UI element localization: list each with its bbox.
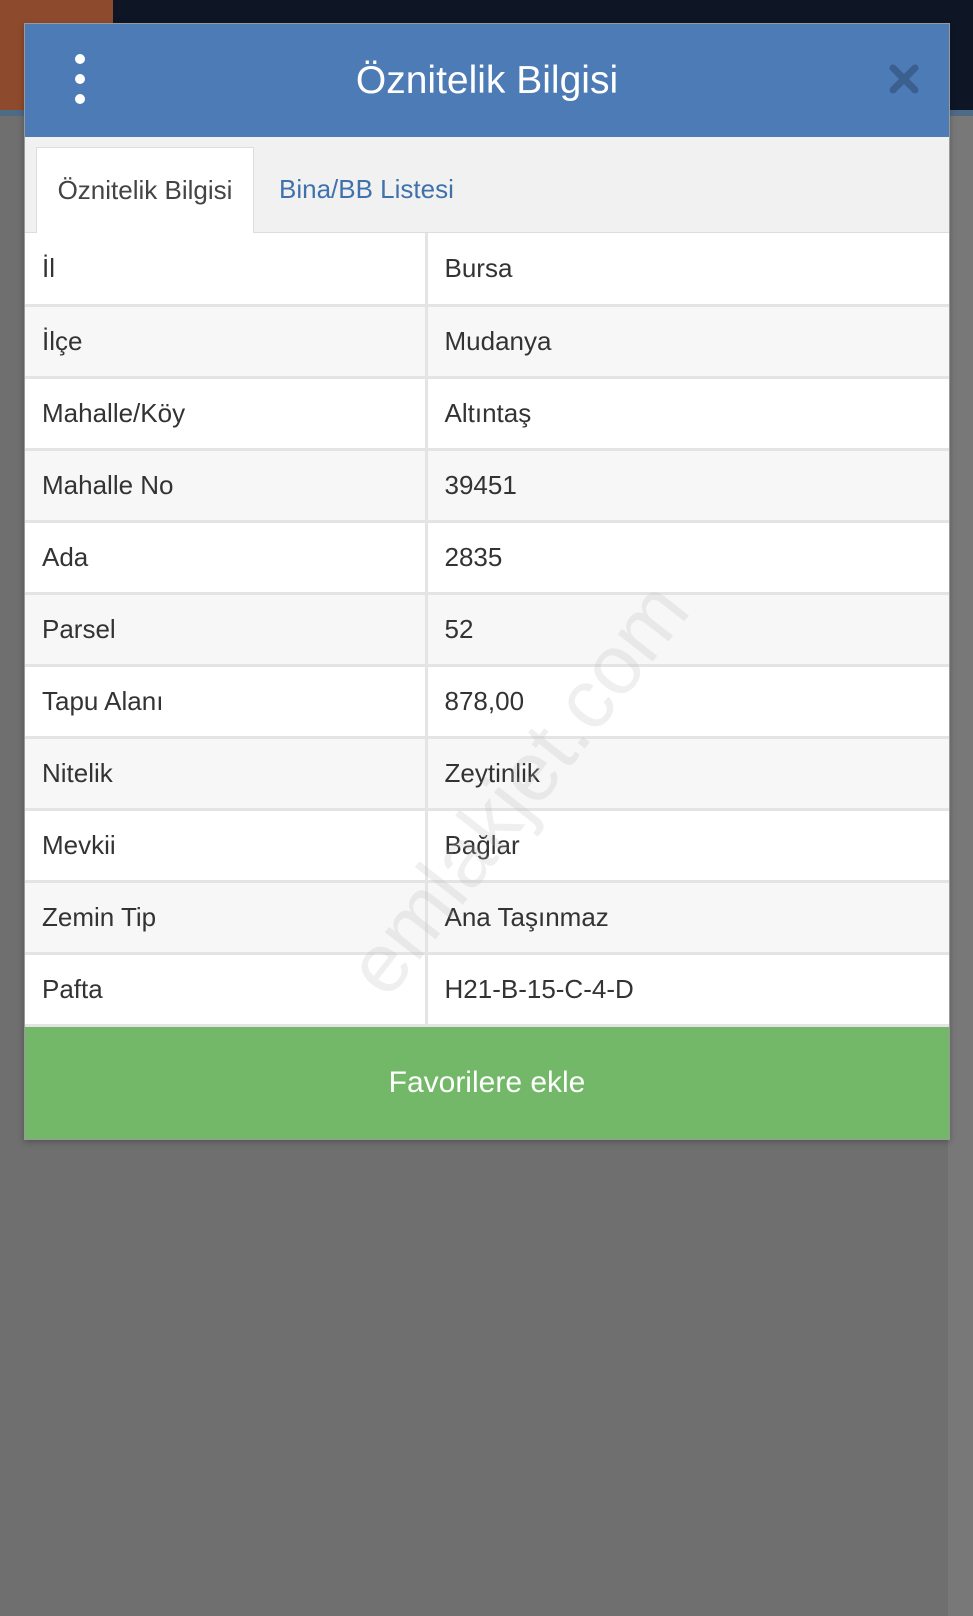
modal-title: Öznitelik Bilgisi [355,59,619,102]
attribute-value: 39451 [424,447,949,523]
attribute-value: Bursa [424,233,949,307]
attribute-key: İl [25,233,428,307]
attribute-table: İl Bursa İlçe Mudanya Mahalle/Köy Altıntaş Mah… [25,233,949,1027]
attribute-value: H21-B-15-C-4-D [424,951,949,1027]
table-row: Ada 2835 [25,519,949,595]
attribute-key: Parsel [25,591,428,667]
attribute-key: Mevkii [25,807,428,883]
attribute-info-modal: Öznitelik Bilgisi Öznitelik Bilgisi Bina… [24,23,950,1140]
tab-building-list[interactable]: Bina/BB Listesi [259,147,474,232]
close-icon[interactable] [887,62,921,96]
attribute-key: Tapu Alanı [25,663,428,739]
attribute-key: Mahalle No [25,447,428,523]
table-row: Tapu Alanı 878,00 [25,663,949,739]
attribute-key: Mahalle/Köy [25,375,428,451]
attribute-key: Nitelik [25,735,428,811]
table-row: Nitelik Zeytinlik [25,735,949,811]
attribute-key: Zemin Tip [25,879,428,955]
attribute-value: 878,00 [424,663,949,739]
background-app-scroll-area [948,116,973,1616]
attribute-value: 2835 [424,519,949,595]
table-row: İlçe Mudanya [25,303,949,379]
tab-attribute-info[interactable]: Öznitelik Bilgisi [36,147,254,233]
attribute-value: Mudanya [424,303,949,379]
attribute-key: Pafta [25,951,428,1027]
attribute-value: Bağlar [424,807,949,883]
table-row: Mevkii Bağlar [25,807,949,883]
attribute-value: Zeytinlik [424,735,949,811]
table-row: Pafta H21-B-15-C-4-D [25,951,949,1027]
attribute-value: 52 [424,591,949,667]
attribute-key: Ada [25,519,428,595]
attribute-key: İlçe [25,303,428,379]
attribute-value: Altıntaş [424,375,949,451]
table-row: Mahalle/Köy Altıntaş [25,375,949,451]
table-row: Zemin Tip Ana Taşınmaz [25,879,949,955]
add-to-favorites-button[interactable]: Favorilere ekle [25,1026,949,1139]
modal-header: Öznitelik Bilgisi [25,24,949,137]
table-row: İl Bursa [25,233,949,307]
tab-bar: Öznitelik Bilgisi Bina/BB Listesi [25,137,949,233]
table-row: Parsel 52 [25,591,949,667]
attribute-value: Ana Taşınmaz [424,879,949,955]
table-row: Mahalle No 39451 [25,447,949,523]
